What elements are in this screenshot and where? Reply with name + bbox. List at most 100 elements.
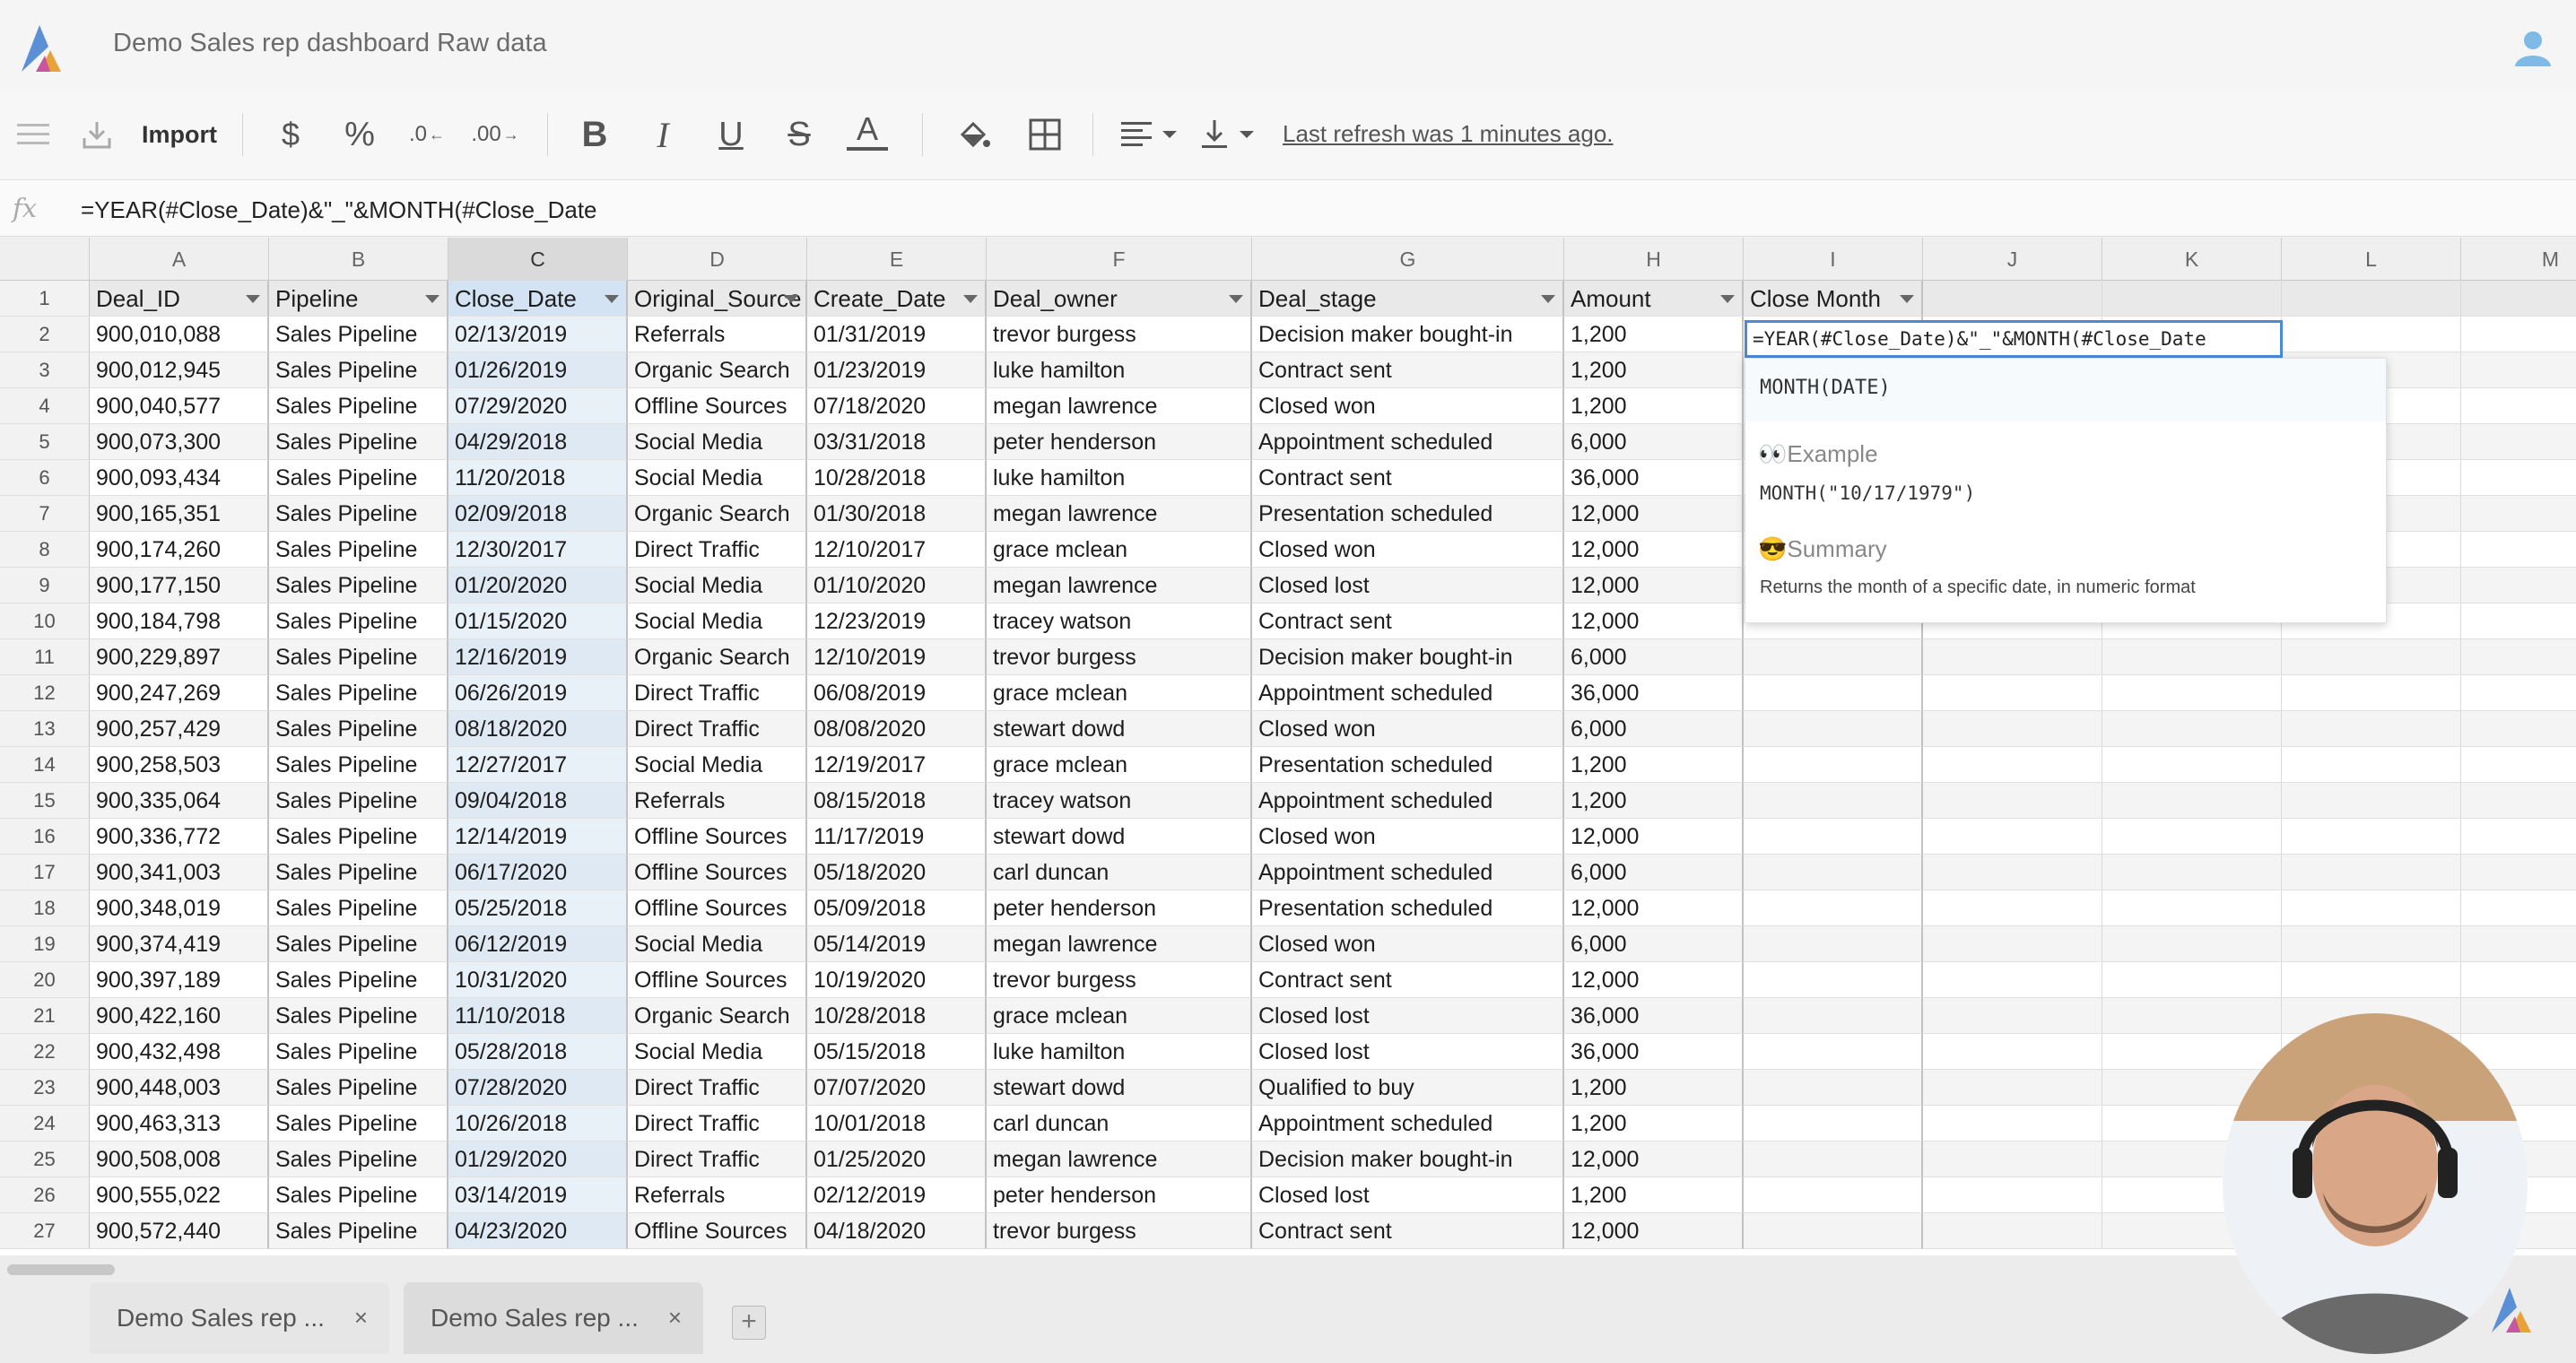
table-cell[interactable]: Sales Pipeline	[269, 998, 448, 1034]
column-title-cell[interactable]	[2282, 281, 2461, 317]
table-cell[interactable]: 07/07/2020	[807, 1070, 987, 1106]
italic-button[interactable]: I	[642, 111, 683, 158]
table-cell[interactable]: 03/31/2018	[807, 424, 987, 460]
table-cell[interactable]: 11/20/2018	[448, 460, 628, 496]
table-cell[interactable]	[2282, 819, 2461, 855]
table-cell[interactable]: 36,000	[1564, 998, 1744, 1034]
active-cell-editor[interactable]: =YEAR(#Close_Date)&"_"&MONTH(#Close_Date	[1745, 320, 2283, 358]
borders-icon[interactable]	[1024, 111, 1066, 158]
table-cell[interactable]: Appointment scheduled	[1252, 783, 1564, 819]
table-cell[interactable]: Sales Pipeline	[269, 460, 448, 496]
currency-format-button[interactable]: $	[271, 111, 310, 158]
table-cell[interactable]: Presentation scheduled	[1252, 496, 1564, 532]
column-header-a[interactable]: A	[90, 238, 269, 281]
column-header-g[interactable]: G	[1252, 238, 1564, 281]
table-cell[interactable]: 900,258,503	[90, 747, 269, 783]
table-cell[interactable]	[2461, 711, 2576, 747]
table-cell[interactable]	[2282, 711, 2461, 747]
table-cell[interactable]: Organic Search	[628, 998, 807, 1034]
vertical-align-dropdown[interactable]	[1197, 111, 1263, 158]
table-cell[interactable]	[2461, 532, 2576, 568]
table-cell[interactable]	[2461, 926, 2576, 962]
table-cell[interactable]	[1923, 747, 2102, 783]
table-cell[interactable]	[1923, 639, 2102, 675]
table-cell[interactable]	[1744, 1070, 1923, 1106]
table-cell[interactable]	[1923, 783, 2102, 819]
horizontal-align-dropdown[interactable]	[1118, 111, 1184, 158]
menu-icon[interactable]	[13, 111, 54, 158]
table-cell[interactable]: 900,012,945	[90, 352, 269, 388]
table-cell[interactable]: Sales Pipeline	[269, 675, 448, 711]
table-cell[interactable]	[2282, 783, 2461, 819]
table-cell[interactable]	[1744, 926, 1923, 962]
table-cell[interactable]: 01/31/2019	[807, 317, 987, 352]
table-cell[interactable]	[2102, 926, 2282, 962]
table-cell[interactable]: Sales Pipeline	[269, 855, 448, 890]
table-cell[interactable]: Sales Pipeline	[269, 926, 448, 962]
increase-decimals-button[interactable]: .00 →	[470, 111, 520, 158]
table-cell[interactable]	[2461, 639, 2576, 675]
table-cell[interactable]: 900,257,429	[90, 711, 269, 747]
table-cell[interactable]: Sales Pipeline	[269, 496, 448, 532]
table-cell[interactable]: 10/28/2018	[807, 998, 987, 1034]
table-cell[interactable]: 01/20/2020	[448, 568, 628, 603]
table-cell[interactable]: megan lawrence	[987, 1142, 1252, 1177]
table-cell[interactable]: Social Media	[628, 568, 807, 603]
table-cell[interactable]	[2461, 317, 2576, 352]
table-cell[interactable]	[1744, 675, 1923, 711]
table-cell[interactable]: Contract sent	[1252, 962, 1564, 998]
table-cell[interactable]	[1923, 711, 2102, 747]
spreadsheet-grid[interactable]: ABCDEFGHIJKLM 1 2 3 4 5 6 7 8 9 10 11 12 13 14 15 16 17 1…	[0, 238, 2576, 1255]
table-cell[interactable]	[1923, 855, 2102, 890]
table-cell[interactable]: Direct Traffic	[628, 675, 807, 711]
download-icon[interactable]	[79, 111, 115, 158]
table-cell[interactable]: Sales Pipeline	[269, 424, 448, 460]
column-title-cell[interactable]	[2461, 281, 2576, 317]
table-cell[interactable]: 12/10/2019	[807, 639, 987, 675]
table-cell[interactable]	[1923, 819, 2102, 855]
table-cell[interactable]: Decision maker bought-in	[1252, 317, 1564, 352]
table-cell[interactable]: 06/17/2020	[448, 855, 628, 890]
table-cell[interactable]: 12,000	[1564, 819, 1744, 855]
table-cell[interactable]: 900,247,269	[90, 675, 269, 711]
table-cell[interactable]: 08/15/2018	[807, 783, 987, 819]
table-cell[interactable]: 10/26/2018	[448, 1106, 628, 1142]
column-title-cell[interactable]: Deal_owner	[987, 281, 1252, 317]
table-cell[interactable]: Closed won	[1252, 926, 1564, 962]
table-cell[interactable]	[2461, 388, 2576, 424]
table-cell[interactable]: stewart dowd	[987, 819, 1252, 855]
table-cell[interactable]: Closed lost	[1252, 1034, 1564, 1070]
table-cell[interactable]: Direct Traffic	[628, 1106, 807, 1142]
table-cell[interactable]	[1923, 675, 2102, 711]
formula-bar[interactable]: fx =YEAR(#Close_Date)&"_"&MONTH(#Close_D…	[0, 179, 2576, 237]
table-cell[interactable]: 11/17/2019	[807, 819, 987, 855]
table-cell[interactable]: 12/27/2017	[448, 747, 628, 783]
table-cell[interactable]: Social Media	[628, 1034, 807, 1070]
bold-button[interactable]: B	[574, 111, 615, 158]
table-cell[interactable]: 10/28/2018	[807, 460, 987, 496]
table-cell[interactable]: 900,165,351	[90, 496, 269, 532]
table-cell[interactable]	[2282, 962, 2461, 998]
table-cell[interactable]: Closed lost	[1252, 568, 1564, 603]
import-button[interactable]: Import	[135, 111, 224, 158]
table-cell[interactable]: 01/30/2018	[807, 496, 987, 532]
horizontal-scrollbar[interactable]	[7, 1264, 115, 1275]
text-color-button[interactable]: A	[847, 110, 888, 151]
table-cell[interactable]: 12/14/2019	[448, 819, 628, 855]
table-cell[interactable]	[1923, 998, 2102, 1034]
decrease-decimals-button[interactable]: .0 ←	[404, 111, 450, 158]
formula-input[interactable]: =YEAR(#Close_Date)&"_"&MONTH(#Close_Date	[81, 196, 597, 224]
table-cell[interactable]: 1,200	[1564, 747, 1744, 783]
table-cell[interactable]: Contract sent	[1252, 352, 1564, 388]
filter-dropdown-icon[interactable]	[605, 295, 619, 303]
table-cell[interactable]	[2461, 819, 2576, 855]
table-cell[interactable]: 01/29/2020	[448, 1142, 628, 1177]
column-title-cell[interactable]	[1923, 281, 2102, 317]
table-cell[interactable]	[2461, 890, 2576, 926]
app-logo-icon[interactable]	[14, 20, 68, 74]
close-icon[interactable]: ×	[668, 1304, 682, 1332]
table-cell[interactable]: luke hamilton	[987, 1034, 1252, 1070]
table-cell[interactable]: Referrals	[628, 317, 807, 352]
table-cell[interactable]: 01/15/2020	[448, 603, 628, 639]
table-cell[interactable]	[2461, 352, 2576, 388]
